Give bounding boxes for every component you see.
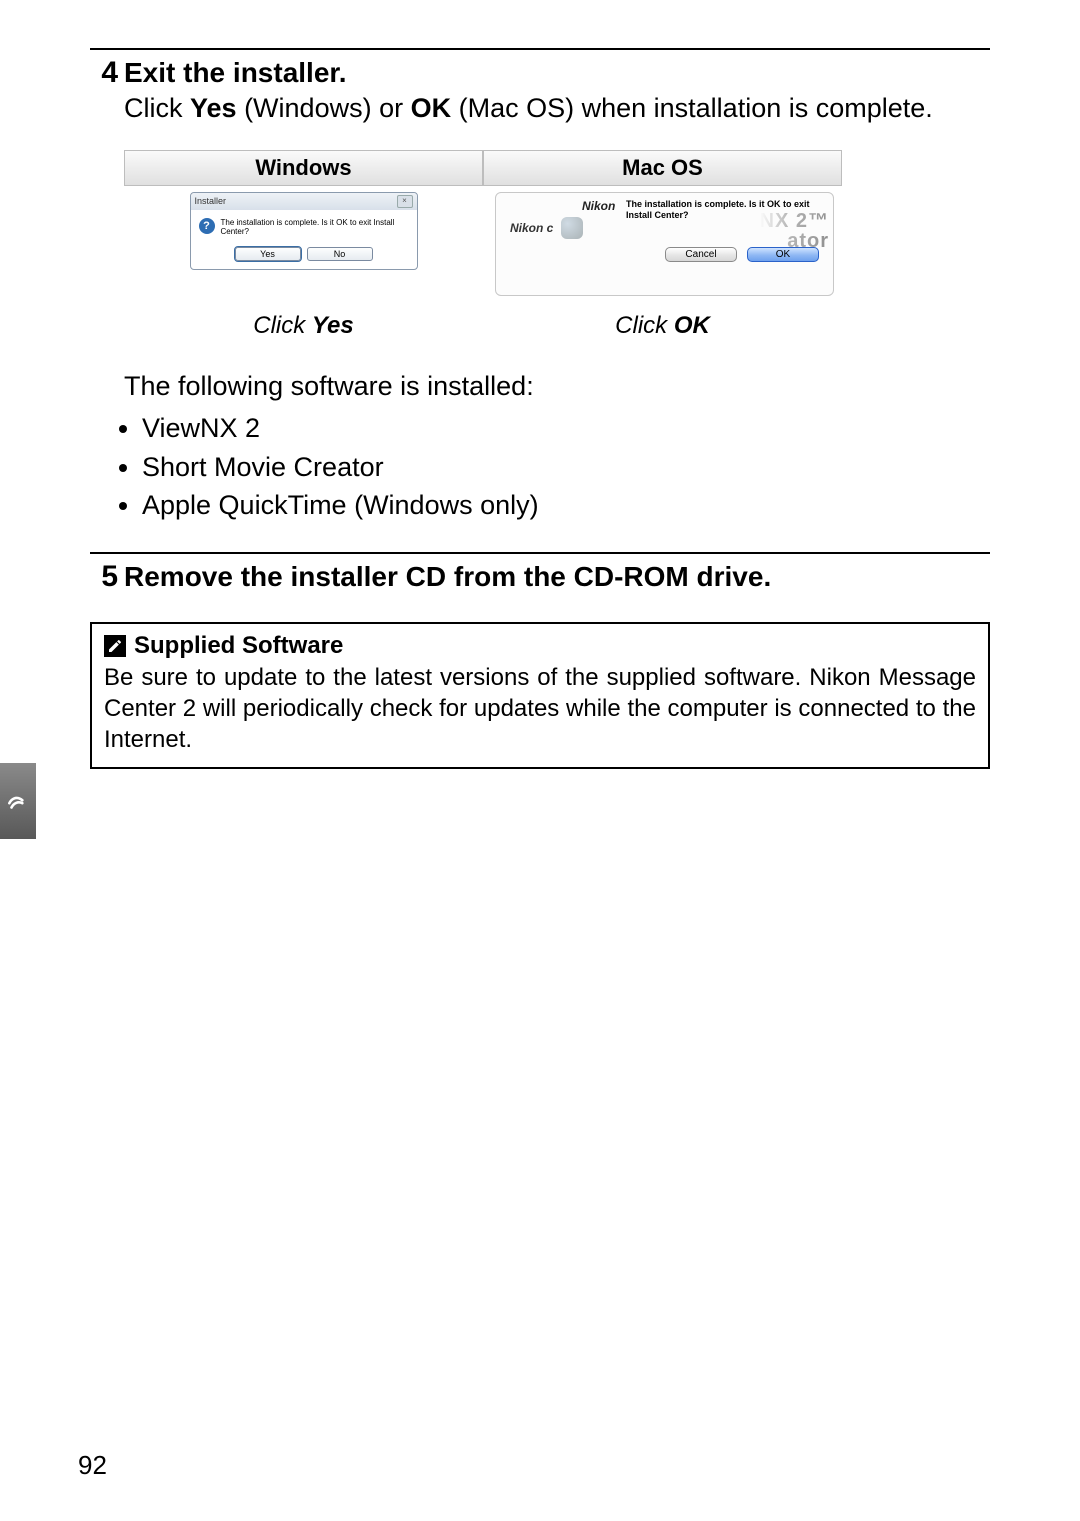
installed-item-1: ViewNX 2 bbox=[142, 410, 990, 446]
step4-desc-suffix: plete. bbox=[867, 93, 933, 123]
connection-icon bbox=[5, 788, 31, 814]
mac-ghost-line1: NX 2™ bbox=[760, 211, 829, 231]
installed-list: ViewNX 2 Short Movie Creator Apple Quick… bbox=[124, 410, 990, 523]
step4-desc-mid2: (Mac OS) when installation is com bbox=[451, 93, 867, 123]
mac-cancel-button[interactable]: Cancel bbox=[665, 247, 737, 262]
installed-item-2: Short Movie Creator bbox=[142, 449, 990, 485]
windows-yes-button[interactable]: Yes bbox=[235, 247, 301, 261]
mac-click-caption: Click OK bbox=[615, 312, 710, 340]
question-icon: ? bbox=[199, 218, 215, 234]
mac-brand-small: Nikon c bbox=[510, 221, 553, 235]
mac-brand-top: Nikon bbox=[582, 199, 615, 213]
windows-close-button[interactable]: × bbox=[397, 195, 413, 208]
installed-item-3: Apple QuickTime (Windows only) bbox=[142, 487, 990, 523]
step4-desc-yes: Yes bbox=[190, 93, 237, 123]
windows-header: Windows bbox=[124, 150, 483, 186]
mac-installer-dialog: Nikon The installation is complete. Is i… bbox=[495, 192, 834, 296]
section-tab bbox=[0, 763, 36, 839]
step-4-number: 4 bbox=[90, 56, 118, 90]
installed-software-section: The following software is installed: Vie… bbox=[124, 368, 990, 524]
mac-background-ghost: NX 2™ ator bbox=[760, 211, 829, 251]
step4-desc-prefix: Click bbox=[124, 93, 190, 123]
windows-dialog-title: Installer bbox=[195, 196, 227, 206]
mac-app-icon bbox=[561, 217, 583, 239]
windows-no-button[interactable]: No bbox=[307, 247, 373, 261]
page: 4 Exit the installer. Click Yes (Windows… bbox=[0, 0, 1080, 1521]
windows-dialog-message: The installation is complete. Is it OK t… bbox=[221, 218, 411, 237]
mac-click-text: Click bbox=[615, 312, 674, 339]
step-4-title: Exit the installer. bbox=[124, 57, 347, 89]
page-number: 92 bbox=[78, 1450, 107, 1481]
windows-dialog-titlebar: Installer × bbox=[191, 193, 417, 210]
note-title: Supplied Software bbox=[134, 632, 343, 660]
mac-ok-button[interactable]: OK bbox=[747, 247, 819, 262]
step-4-desc: Click Yes (Windows) or OK (Mac OS) when … bbox=[124, 92, 990, 126]
supplied-software-note: Supplied Software Be sure to update to t… bbox=[90, 622, 990, 770]
mac-column: Mac OS Nikon The installation is complet… bbox=[483, 150, 842, 340]
step4-desc-ok: OK bbox=[411, 93, 452, 123]
step-4: 4 Exit the installer. Click Yes (Windows… bbox=[90, 48, 990, 126]
pencil-icon bbox=[104, 635, 126, 657]
mac-click-bold: OK bbox=[674, 312, 710, 339]
windows-shot: Installer × ? The installation is comple… bbox=[124, 186, 483, 304]
os-screenshots-row: Windows Installer × ? The installation i… bbox=[124, 150, 842, 340]
windows-installer-dialog: Installer × ? The installation is comple… bbox=[190, 192, 418, 270]
step-5-number: 5 bbox=[90, 560, 118, 594]
step-5: 5 Remove the installer CD from the CD-RO… bbox=[90, 552, 990, 594]
mac-header: Mac OS bbox=[483, 150, 842, 186]
windows-click-bold: Yes bbox=[312, 312, 354, 339]
windows-click-caption: Click Yes bbox=[253, 312, 353, 340]
windows-column: Windows Installer × ? The installation i… bbox=[124, 150, 483, 340]
note-body: Be sure to update to the latest versions… bbox=[104, 662, 976, 756]
step-5-title: Remove the installer CD from the CD-ROM … bbox=[124, 561, 771, 593]
installed-lead: The following software is installed: bbox=[124, 368, 990, 404]
step4-desc-mid1: (Windows) or bbox=[237, 93, 411, 123]
windows-click-text: Click bbox=[253, 312, 312, 339]
mac-shot: Nikon The installation is complete. Is i… bbox=[483, 186, 842, 304]
